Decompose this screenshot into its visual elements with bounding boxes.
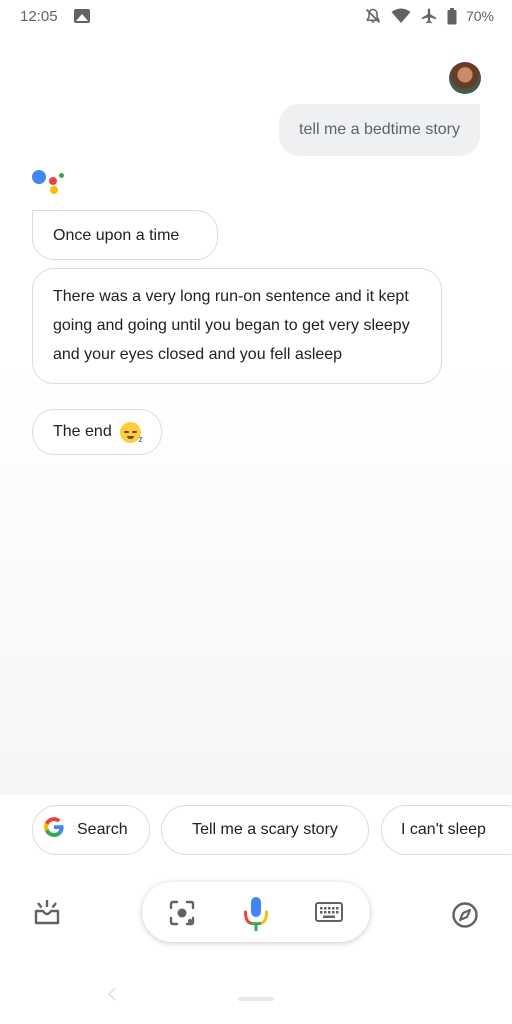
- assistant-response-3-text: The end: [53, 423, 112, 440]
- mic-icon[interactable]: [241, 896, 271, 932]
- bottom-panel: Search Tell me a scary story I can't sle…: [0, 795, 512, 1024]
- google-g-icon: [43, 816, 65, 844]
- keyboard-icon[interactable]: [315, 902, 343, 922]
- wifi-icon: [391, 8, 411, 24]
- airplane-mode-icon: [420, 7, 438, 25]
- explore-icon[interactable]: [451, 901, 479, 929]
- search-chip[interactable]: Search: [32, 805, 150, 855]
- suggestion-chip-cant-sleep[interactable]: I can't sleep: [381, 805, 512, 855]
- lens-icon[interactable]: [169, 900, 195, 926]
- battery-icon: [447, 7, 457, 25]
- search-chip-label: Search: [77, 821, 128, 838]
- status-time: 12:05: [20, 8, 58, 25]
- suggestion-chip-scary-story[interactable]: Tell me a scary story: [161, 805, 369, 855]
- assistant-logo-icon: [32, 166, 66, 198]
- gallery-icon: [74, 9, 90, 23]
- sleeping-face-emoji-icon: z: [119, 421, 143, 444]
- assistant-response-3: The end z: [32, 409, 162, 455]
- battery-percentage: 70%: [465, 8, 494, 24]
- nav-home-pill[interactable]: [238, 997, 274, 1001]
- user-query-bubble[interactable]: tell me a bedtime story: [279, 104, 480, 156]
- notifications-off-icon: [364, 7, 382, 25]
- assistant-response-2: There was a very long run-on sentence an…: [32, 268, 442, 384]
- status-icons: 70%: [364, 7, 494, 25]
- assistant-response-1: Once upon a time: [32, 210, 218, 260]
- assistant-input-bar: [142, 882, 370, 942]
- user-avatar[interactable]: [449, 62, 481, 94]
- status-bar: 12:05 70%: [0, 0, 512, 34]
- nav-back-icon[interactable]: [105, 987, 119, 1001]
- updates-inbox-icon[interactable]: [32, 898, 62, 926]
